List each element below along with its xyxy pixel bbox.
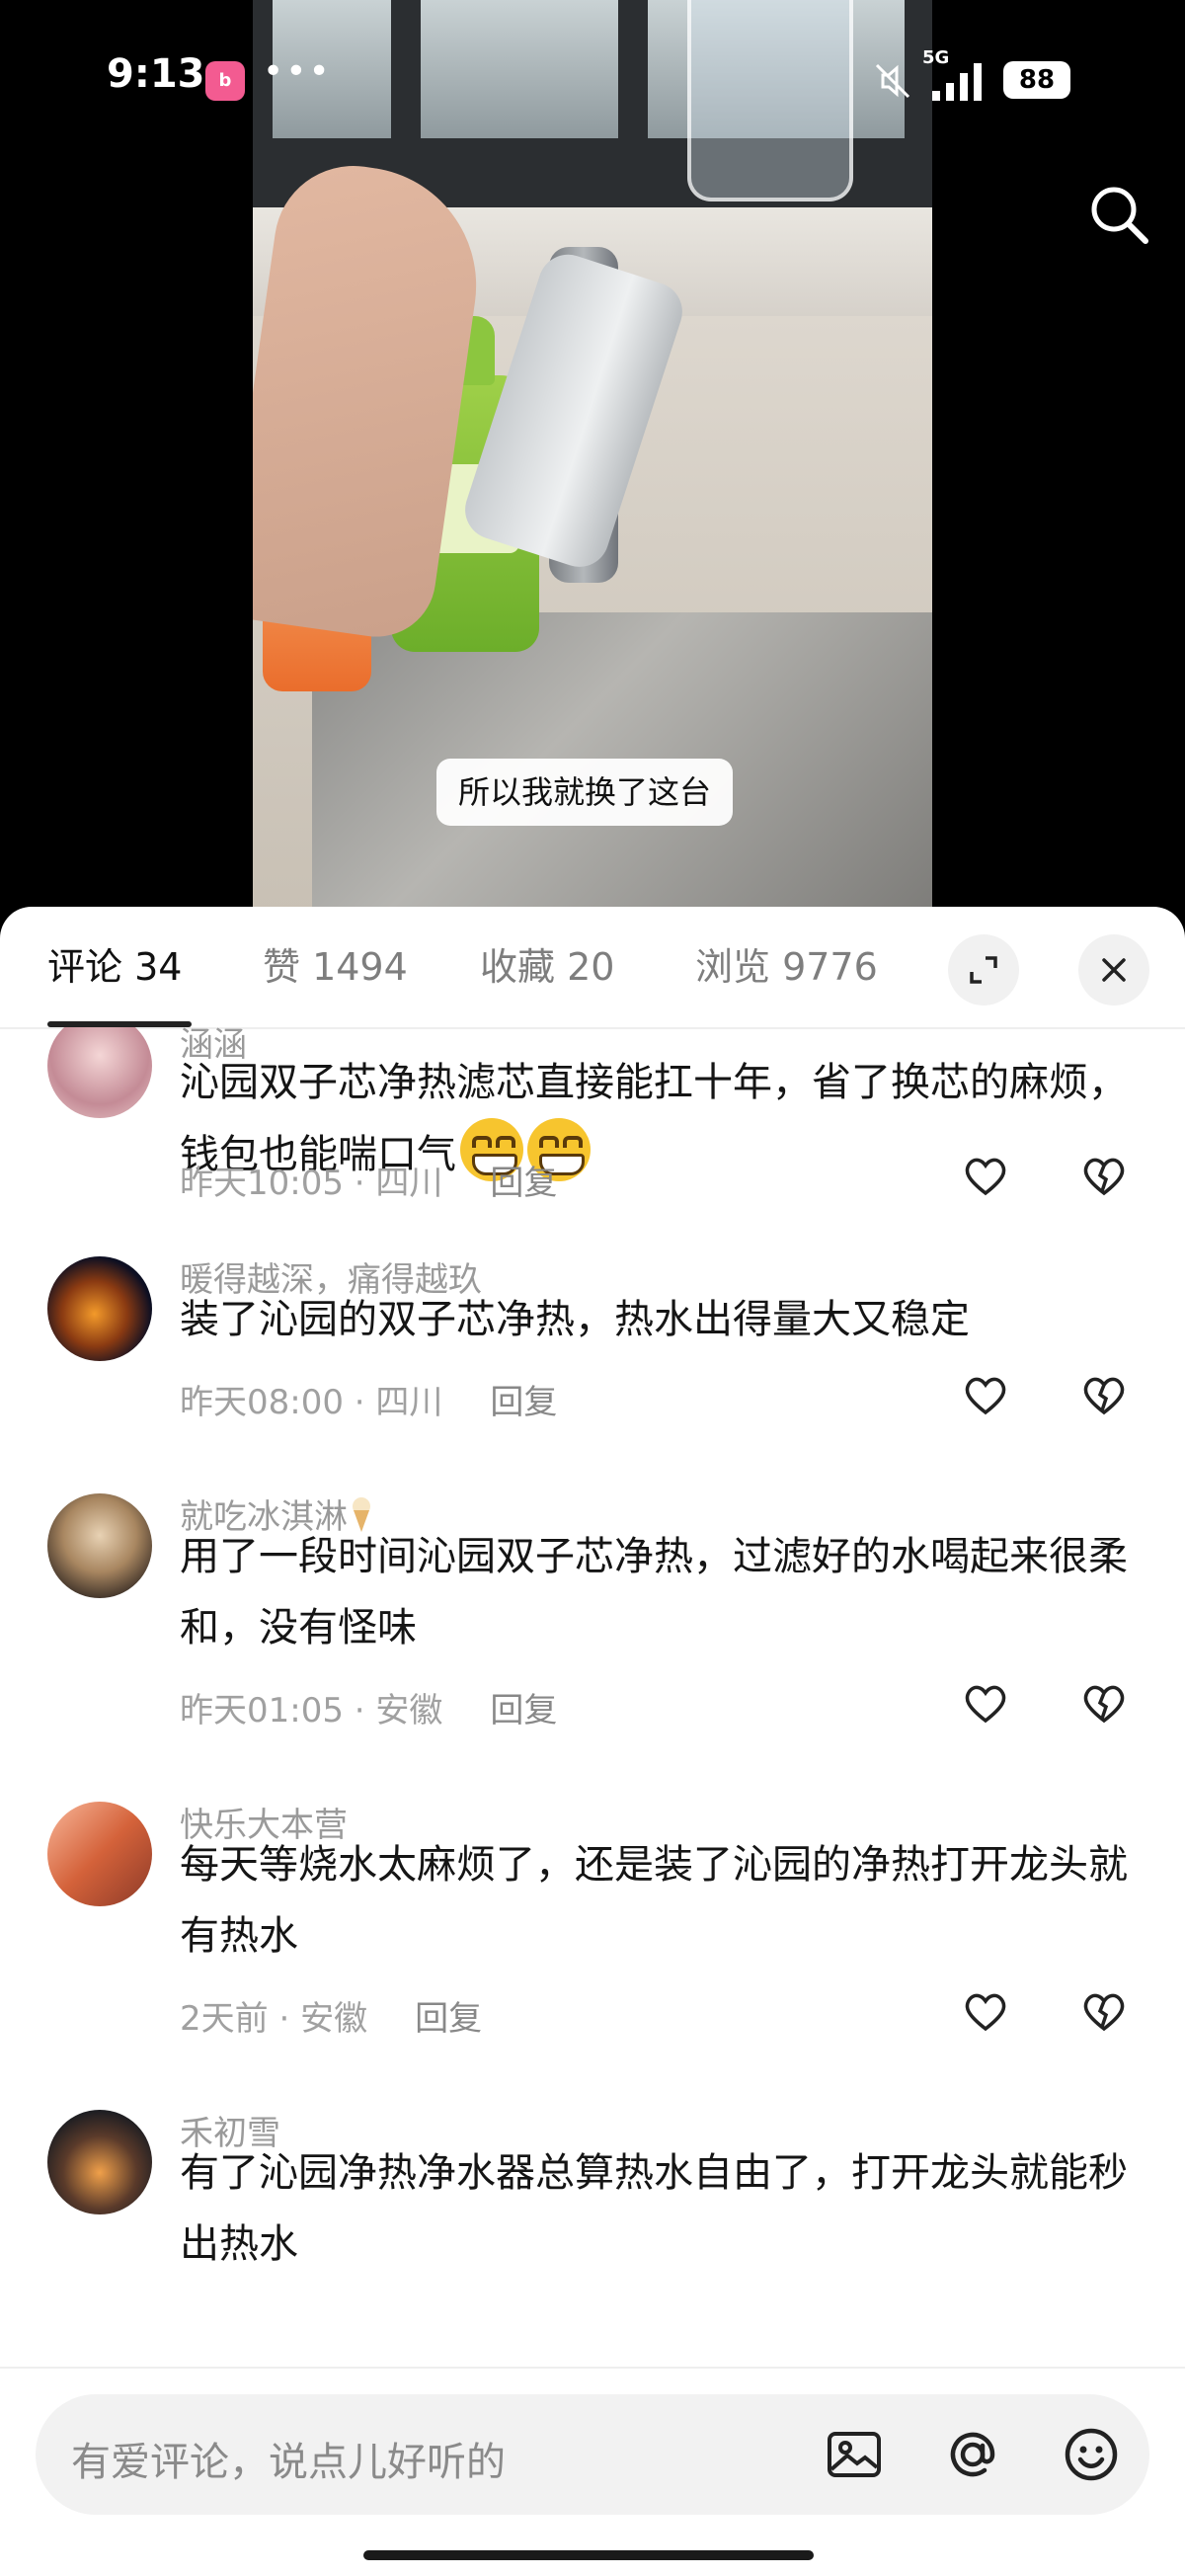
comment-list[interactable]: 涵涵 沁园双子芯净热滤芯直接能扛十年，省了换芯的麻烦，钱包也能喘口气 昨天10:… xyxy=(0,1027,1185,2282)
broken-heart-icon[interactable] xyxy=(1078,1150,1130,1201)
status-time: 9:13 xyxy=(107,51,205,97)
close-button[interactable] xyxy=(1078,934,1149,1006)
avatar[interactable] xyxy=(47,1256,152,1361)
close-icon xyxy=(1102,958,1126,982)
comment-time: 昨天01:05 xyxy=(180,1691,344,1731)
comment-time: 2天前 xyxy=(180,1999,269,2039)
emoji-icon[interactable] xyxy=(1061,2424,1122,2485)
heart-icon[interactable] xyxy=(960,1369,1011,1420)
broken-heart-icon[interactable] xyxy=(1078,1369,1130,1420)
tab-comments[interactable]: 评论 34 xyxy=(47,936,182,991)
tab-likes[interactable]: 赞 1494 xyxy=(263,936,408,991)
reply-button[interactable]: 回复 xyxy=(490,1164,557,1203)
comment-meta: 昨天01:05 · 安徽 回复 xyxy=(180,1691,558,1731)
at-icon[interactable] xyxy=(942,2424,1003,2485)
expand-icon xyxy=(970,956,997,984)
comment-location: 四川 xyxy=(375,1383,443,1422)
more-notifications-icon: ••• xyxy=(263,51,332,92)
broken-heart-icon[interactable] xyxy=(1078,1985,1130,2037)
signal-icon xyxy=(932,63,982,101)
comment-time: 昨天10:05 xyxy=(180,1164,344,1203)
comment-input[interactable]: 有爱评论，说点儿好听的 xyxy=(36,2394,1149,2515)
tab-views[interactable]: 浏览 9776 xyxy=(695,936,878,991)
tab-favorites[interactable]: 收藏 20 xyxy=(480,936,614,991)
comment-text: 用了一段时间沁园双子芯净热，过滤好的水喝起来很柔和，没有怪味 xyxy=(180,1534,1128,1650)
reply-button[interactable]: 回复 xyxy=(490,1383,557,1422)
status-bar: 9:13 b ••• 5G 88 xyxy=(0,0,1185,158)
comment-input-bar: 有爱评论，说点儿好听的 xyxy=(0,2367,1185,2576)
avatar[interactable] xyxy=(47,1802,152,1906)
broken-heart-icon[interactable] xyxy=(1078,1677,1130,1729)
comment-sheet: 评论 34 赞 1494 收藏 20 浏览 9776 涵涵 沁园双子芯净热滤芯直… xyxy=(0,907,1185,2576)
home-indicator[interactable] xyxy=(363,2550,814,2560)
comment-location: 四川 xyxy=(375,1164,443,1203)
heart-icon[interactable] xyxy=(960,1985,1011,2037)
comment-input-placeholder: 有爱评论，说点儿好听的 xyxy=(71,2440,506,2485)
tab-bar: 评论 34 赞 1494 收藏 20 浏览 9776 xyxy=(0,907,1185,1029)
battery-indicator: 88 xyxy=(1003,61,1070,99)
heart-icon[interactable] xyxy=(960,1150,1011,1201)
heart-icon[interactable] xyxy=(960,1677,1011,1729)
comment-text: 每天等烧水太麻烦了，还是装了沁园的净热打开龙头就有热水 xyxy=(180,1842,1128,1959)
avatar[interactable] xyxy=(47,1493,152,1598)
comment-meta: 昨天08:00 · 四川 回复 xyxy=(180,1383,558,1422)
expand-button[interactable] xyxy=(948,934,1019,1006)
avatar[interactable] xyxy=(47,1027,152,1118)
bilibili-app-icon: b xyxy=(205,61,245,101)
comment-location: 安徽 xyxy=(375,1691,443,1731)
comment-location: 安徽 xyxy=(300,1999,368,2039)
reply-button[interactable]: 回复 xyxy=(415,1999,482,2039)
avatar[interactable] xyxy=(47,2110,152,2214)
comment-meta: 2天前 · 安徽 回复 xyxy=(180,1999,483,2039)
mute-icon xyxy=(875,63,910,99)
comment-text: 装了沁园的双子芯净热，热水出得量大又稳定 xyxy=(180,1297,970,1342)
video-caption: 所以我就换了这台 xyxy=(436,759,734,826)
reply-button[interactable]: 回复 xyxy=(490,1691,557,1731)
video-player[interactable]: 9:13 b ••• 5G 88 所以我就换了这台 xyxy=(0,0,1185,919)
search-icon[interactable] xyxy=(1084,180,1153,249)
comment-text: 有了沁园净热净水器总算热水自由了，打开龙头就能秒出热水 xyxy=(180,2150,1128,2267)
comment-meta: 昨天10:05 · 四川 回复 xyxy=(180,1164,558,1203)
comment-time: 昨天08:00 xyxy=(180,1383,344,1422)
image-icon[interactable] xyxy=(824,2424,885,2485)
